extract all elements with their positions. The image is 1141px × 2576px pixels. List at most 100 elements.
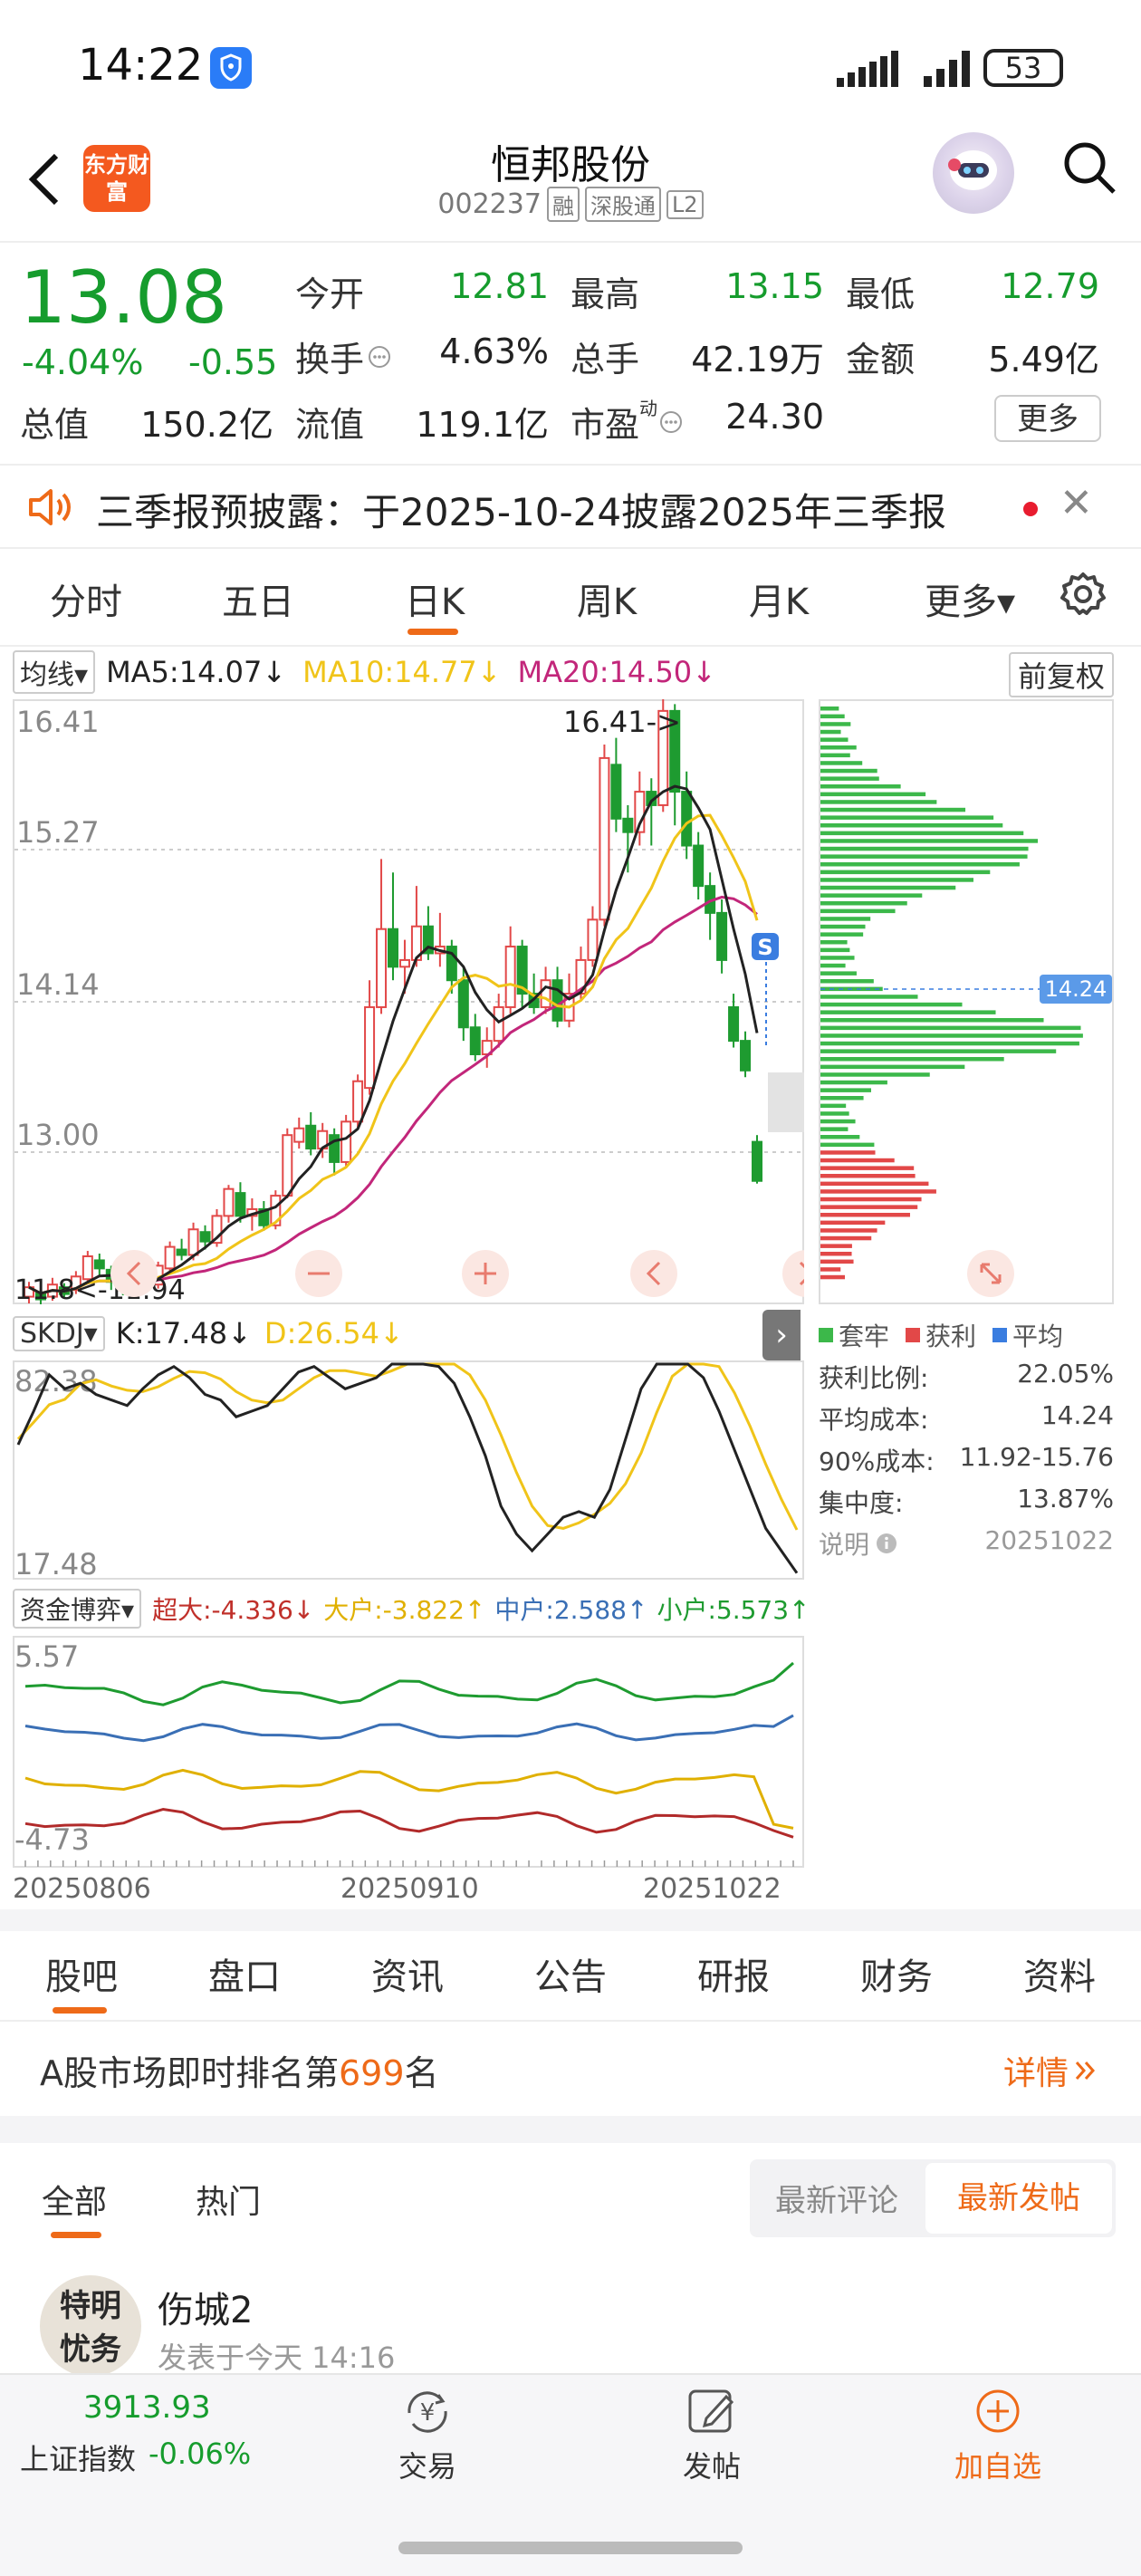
candle-body	[469, 1026, 481, 1055]
kline-chart[interactable]: 16.41 15.27 14.14 13.00 16.41-> 11.8<-11…	[13, 699, 804, 1304]
more-button[interactable]: 更多	[994, 395, 1101, 442]
tab-five-day[interactable]: 五日	[208, 572, 308, 625]
expand-panel-button[interactable]: ›	[762, 1310, 801, 1360]
candle-body	[493, 1005, 504, 1043]
chip-bar	[820, 1213, 910, 1217]
rank-number: 699	[339, 2053, 405, 2093]
tab-orderbook[interactable]: 盘口	[190, 1947, 299, 2000]
adjust-button[interactable]: 前复权	[1009, 652, 1115, 697]
indicator-selector[interactable]: 均线▾	[13, 650, 96, 694]
tab-research[interactable]: 研报	[679, 1947, 788, 2000]
date-start: 20250806	[13, 1873, 151, 1905]
chip-bar	[820, 800, 937, 804]
candle-body	[293, 1127, 305, 1143]
tab-news[interactable]: 资讯	[353, 1947, 462, 2000]
signal-icon-2	[924, 51, 970, 87]
post-username[interactable]: 伤城2	[158, 2281, 253, 2333]
current-volume-shade	[768, 1072, 804, 1132]
value-open: 12.81	[450, 266, 549, 306]
candle-body	[388, 928, 398, 968]
chip-bar	[820, 979, 874, 984]
notice-text[interactable]: 三季报预披露：于2025-10-24披露2025年三季报	[96, 482, 946, 537]
chip-bar	[820, 1220, 886, 1226]
chip-bar	[820, 1119, 856, 1124]
chip-bar	[820, 1080, 887, 1085]
chip-bar	[820, 971, 857, 976]
tab-guba[interactable]: 股吧	[27, 1947, 136, 2000]
chip-bar	[820, 1127, 849, 1131]
fund-y-bottom: -4.73	[14, 1822, 90, 1857]
status-time: 14:22	[78, 40, 204, 91]
chip-bar	[820, 1274, 846, 1280]
label-high: 最高	[570, 274, 640, 314]
chip-bar	[820, 924, 866, 929]
fund-large: 大户:-3.822↑	[323, 1595, 486, 1625]
candle-body	[752, 1140, 762, 1182]
fund-selector[interactable]: 资金博弈▾	[13, 1589, 142, 1629]
chart-scroll-left-button[interactable]	[630, 1250, 677, 1297]
info-dots-icon[interactable]	[659, 410, 683, 434]
tab-financials[interactable]: 财务	[842, 1947, 951, 2000]
label-open: 今开	[295, 274, 365, 314]
chip-bar	[820, 1018, 1044, 1023]
tab-weekly-k[interactable]: 周K	[552, 572, 661, 625]
tab-more[interactable]: 更多▾	[902, 572, 1038, 625]
chip-bar	[820, 1049, 1057, 1053]
sort-latest-post[interactable]: 最新发帖	[925, 2163, 1112, 2234]
tab-daily-k[interactable]: 日K	[380, 572, 489, 625]
candle-body	[457, 979, 469, 1029]
battery-icon: 53	[983, 49, 1063, 87]
chip-bar	[820, 1244, 852, 1248]
divider	[0, 645, 1141, 647]
change-amount: -0.55	[188, 342, 278, 382]
chart-zoom-in-button[interactable]	[462, 1250, 509, 1297]
nav-post[interactable]: 发帖	[639, 2386, 784, 2485]
avatar[interactable]: 特明 忧务	[40, 2275, 141, 2377]
stock-code: 002237	[437, 188, 542, 220]
date-axis: 20250806 20250910 20251022	[13, 1873, 801, 1909]
tab-announcements[interactable]: 公告	[516, 1947, 625, 2000]
market-rank: A股市场即时排名第699名	[40, 2053, 439, 2093]
chip-bar	[820, 729, 841, 735]
search-icon[interactable]	[1060, 138, 1119, 201]
tab-monthly-k[interactable]: 月K	[724, 572, 833, 625]
chart-scroll-left-button-2[interactable]	[110, 1250, 158, 1297]
tab-intraday[interactable]: 分时	[36, 572, 136, 625]
feed-tab-hot[interactable]: 热门	[196, 2176, 261, 2223]
home-indicator[interactable]	[398, 2542, 743, 2554]
unread-dot	[1023, 502, 1038, 516]
chip-bar	[820, 768, 877, 774]
candle-body	[551, 979, 563, 1022]
rank-detail-link[interactable]: 详情	[1003, 2047, 1099, 2094]
value-volume: 42.19万	[691, 340, 824, 380]
fund-flow-chart: 5.57 -4.73	[13, 1636, 804, 1868]
tab-profile[interactable]: 资料	[1005, 1947, 1114, 2000]
candle-body	[352, 1080, 364, 1123]
nav-add-watchlist[interactable]: 加自选	[925, 2386, 1070, 2485]
candle-body	[681, 791, 693, 847]
close-icon[interactable]: ✕	[1060, 480, 1093, 526]
gear-icon[interactable]	[1060, 571, 1107, 621]
chip-bar	[820, 1103, 847, 1109]
chip-bar	[820, 761, 863, 765]
nav-trade[interactable]: ¥ 交易	[355, 2386, 500, 2485]
sort-latest-comment[interactable]: 最新评论	[775, 2176, 898, 2220]
index-name[interactable]: 上证指数	[20, 2437, 136, 2478]
kdj-selector[interactable]: SKDJ▾	[13, 1315, 105, 1351]
index-value[interactable]: 3913.93	[83, 2389, 211, 2426]
candle-body	[504, 946, 516, 1008]
chip-note[interactable]: 说明 20251022	[819, 1525, 1114, 1562]
kdj-legend: SKDJ▾ K:17.48↓ D:26.54↓	[13, 1315, 404, 1351]
expand-icon[interactable]	[967, 1250, 1014, 1297]
chip-bar	[820, 947, 850, 953]
chip-distribution-chart[interactable]: 14.24	[819, 699, 1114, 1304]
chart-zoom-out-button[interactable]	[295, 1250, 342, 1297]
assistant-avatar[interactable]	[933, 132, 1014, 214]
chip-bar	[820, 1096, 864, 1101]
chip-stat-avg-cost: 平均成本: 14.24	[819, 1400, 1114, 1435]
chip-bar	[820, 1228, 877, 1233]
chip-bar	[820, 870, 991, 875]
feed-tab-all[interactable]: 全部	[42, 2176, 107, 2223]
info-dots-icon[interactable]	[368, 345, 391, 369]
chip-bar	[820, 737, 849, 742]
